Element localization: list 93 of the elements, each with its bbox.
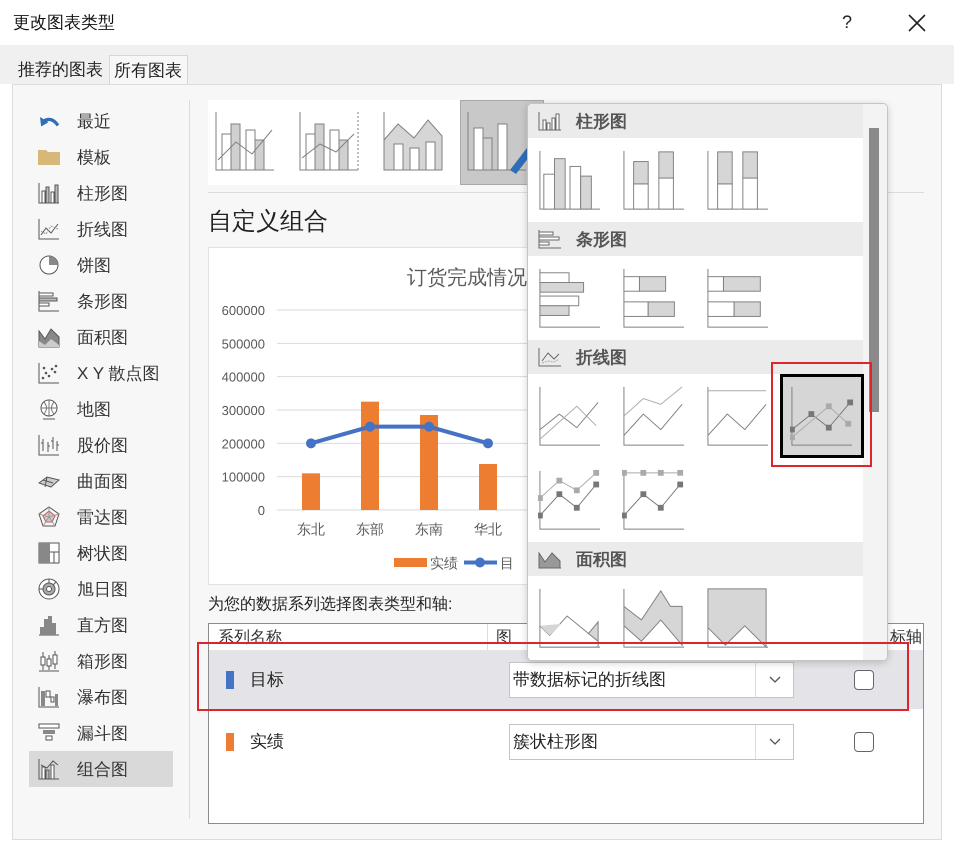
treemap-icon [37,541,61,565]
sidebar-item[interactable]: 条形图 [29,283,173,319]
sidebar-item[interactable]: 折线图 [29,211,173,247]
axis-tick-label: 300000 [222,403,265,418]
stacked-percent-bar-thumbnail [706,266,770,330]
area-thumbnail [538,586,602,650]
close-icon [908,14,926,32]
waterfall-chart-icon [37,685,61,709]
undo-arrow-icon [39,114,59,128]
axis-tick-label: 400000 [222,370,265,385]
combo-chart-icon [37,757,61,781]
column-chart-icon [37,181,61,205]
sidebar-item[interactable]: 面积图 [29,319,173,355]
tab[interactable]: 所有图表 [109,55,188,85]
box-plot-icon [37,649,61,673]
menu-section-title: 面积图 [576,548,627,570]
stacked-area-thumbnail [622,586,686,650]
chart-bar [302,473,320,510]
chart-type-dropdown[interactable]: 簇状柱形图 [509,724,794,760]
sidebar-item[interactable]: 瀑布图 [29,679,173,715]
sidebar-item[interactable]: 地图 [29,391,173,427]
sidebar-item[interactable]: 曲面图 [29,463,173,499]
sidebar-item[interactable]: 雷达图 [29,499,173,535]
axis-category-label: 华北 [474,521,502,537]
window-title: 更改图表类型 [13,12,116,34]
legend-label: 目 [500,555,514,571]
section-heading: 自定义组合 [208,208,328,235]
sidebar-item[interactable]: 柱形图 [29,175,173,211]
sunburst-icon [37,577,61,601]
series-row[interactable]: 目标 带数据标记的折线图 [209,650,923,709]
sidebar-item[interactable]: 股价图 [29,427,173,463]
stock-chart-icon [37,433,61,457]
area-chart-icon [538,549,562,569]
series-row[interactable]: 实绩 簇状柱形图 [209,712,923,771]
stacked-line-thumbnail [622,384,686,448]
axis-tick-label: 600000 [222,303,265,318]
axis-category-label: 东北 [297,521,325,537]
radar-chart-icon [37,505,61,529]
line-with-markers-thumbnail [790,384,854,448]
legend-swatch [394,558,427,567]
sidebar-item[interactable]: X Y 散点图 [29,355,173,391]
help-button[interactable]: ? [827,11,867,34]
sidebar-item[interactable]: 箱形图 [29,643,173,679]
chevron-down-icon [768,676,780,684]
sidebar-item[interactable]: 最近 [29,103,173,139]
scatter-chart-icon [37,361,61,385]
menu-section-title: 折线图 [576,346,627,368]
histogram-icon [37,613,61,637]
sidebar-item[interactable]: 组合图 [29,751,173,787]
line-thumbnail [538,384,602,448]
clustered-column-thumbnail [538,148,602,212]
column-chart-icon [538,111,562,131]
axis-tick-label: 100000 [222,470,265,485]
secondary-axis-checkbox[interactable] [854,670,874,690]
menu-section-title: 柱形图 [576,110,627,132]
sidebar-item[interactable]: 饼图 [29,247,173,283]
sidebar-item[interactable]: 模板 [29,139,173,175]
sidebar-item[interactable]: 直方图 [29,607,173,643]
series-name: 实绩 [249,731,285,753]
sidebar-item[interactable]: 漏斗图 [29,715,173,751]
bar-chart-icon [538,229,562,249]
stacked-percent-line-thumbnail [706,384,770,448]
sidebar-item[interactable]: 树状图 [29,535,173,571]
legend-label: 实绩 [430,555,458,571]
axis-tick-label: 200000 [222,436,265,452]
axis-tick-label: 500000 [222,336,265,352]
chart-type-option[interactable] [780,374,864,458]
stacked-column-thumbnail [622,148,686,212]
stacked-line-markers-thumbnail [538,468,602,532]
chart-type-dropdown[interactable]: 带数据标记的折线图 [509,662,794,698]
secondary-axis-checkbox[interactable] [854,732,874,752]
axis-category-label: 东南 [415,521,443,537]
axis-tick-label: 0 [258,503,265,518]
legend-line-marker [464,558,497,568]
menu-section-title: 条形图 [576,228,627,250]
stacked-percent-column-thumbnail [706,148,770,212]
clustered-bar-thumbnail [538,266,602,330]
scrollbar[interactable] [863,104,887,660]
stacked-percent-area-thumbnail [706,586,770,650]
chart-bar [479,464,497,510]
stacked-percent-line-markers-thumbnail [622,468,686,532]
pie-chart-icon [37,253,61,277]
stacked-bar-thumbnail [622,266,686,330]
chevron-down-icon [768,738,780,746]
chart-title: 订货完成情况 [407,267,527,289]
axis-category-label: 东部 [356,521,384,537]
instruction-text: 为您的数据系列选择图表类型和轴: [208,595,454,615]
tab[interactable]: 推荐的图表 [13,54,109,84]
series-name: 目标 [249,669,285,691]
line-chart-icon [37,217,61,241]
line-chart-icon [538,347,562,367]
sidebar-item[interactable]: 旭日图 [29,571,173,607]
bar-chart-icon [37,289,61,313]
